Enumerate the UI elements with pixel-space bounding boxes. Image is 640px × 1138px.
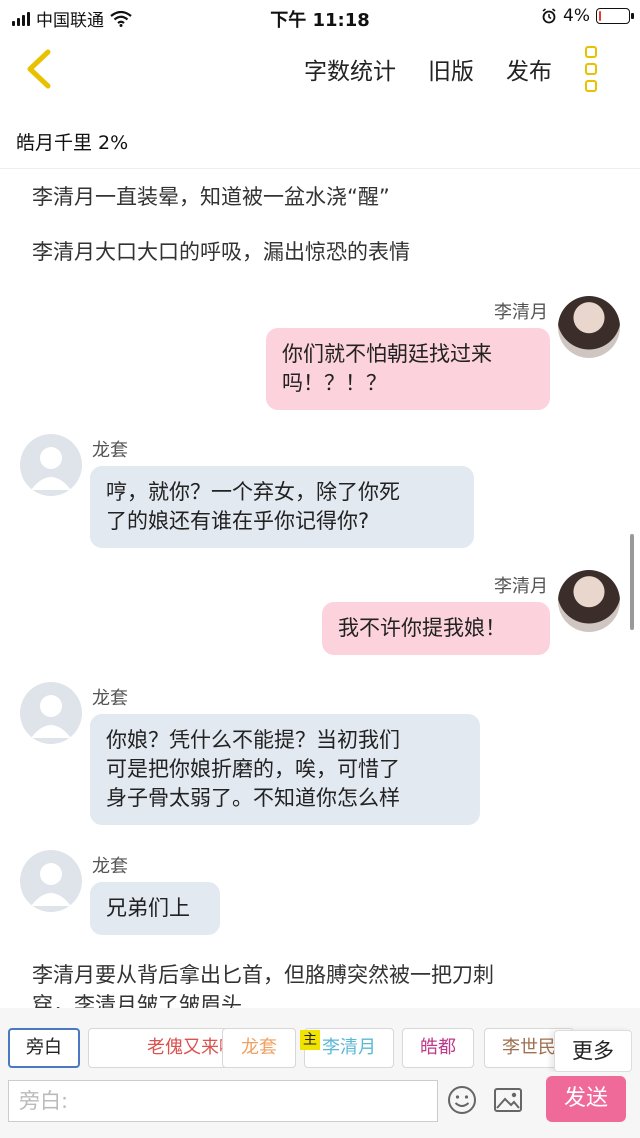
message-bubble[interactable]: 你们就不怕朝廷找过来 吗！？！？ [266,328,550,410]
battery-percent: 4% [563,6,590,26]
word-count-button[interactable]: 字数统计 [304,52,396,86]
message-text: 哼，就你？一个弃女，除了你死 [106,480,400,504]
old-version-button[interactable]: 旧版 [428,52,474,86]
message-text: 身子骨太弱了。不知道你怎么样 [106,786,400,810]
role-chip[interactable]: 皓都 [402,1028,474,1068]
default-avatar-icon [31,447,71,490]
avatar[interactable] [20,850,82,912]
message-text: 我不许你提我娘！ [338,616,506,640]
message-text: 了的娘还有谁在乎你记得你? [106,509,370,533]
narration-line: 李清月一直装晕，知道被一盆水浇“醒” [32,185,390,209]
emoji-icon[interactable] [446,1084,478,1116]
message-text: 兄弟们上 [106,896,190,920]
message-bubble[interactable]: 你娘？凭什么不能提？当初我们 可是把你娘折磨的，唉，可惜了 身子骨太弱了。不知道… [90,714,480,825]
avatar[interactable] [20,434,82,496]
message-bubble[interactable]: 我不许你提我娘！ [322,602,550,655]
publish-button[interactable]: 发布 [506,52,552,86]
message-bubble[interactable]: 哼，就你？一个弃女，除了你死 了的娘还有谁在乎你记得你? [90,466,474,548]
more-roles-button[interactable]: 更多 [554,1030,632,1072]
status-bar: 中国联通 下午 11:18 4% [0,0,640,34]
default-avatar-icon [31,863,71,906]
message-text: 可是把你娘折磨的，唉，可惜了 [106,757,400,781]
avatar[interactable] [20,682,82,744]
nav-bar: 字数统计 旧版 发布 [0,34,640,104]
message-text: 你娘？凭什么不能提？当初我们 [106,728,400,752]
scrollbar[interactable] [630,534,634,630]
input-bar: 发送 [0,1072,640,1138]
battery-icon [596,8,634,24]
default-avatar-icon [31,695,71,738]
message-input[interactable] [8,1080,438,1122]
sender-name: 李清月 [494,302,548,323]
nav-actions: 字数统计 旧版 发布 [304,52,552,86]
story-title-progress: 皓月千里 2% [16,132,129,154]
role-selector: 旁白 老傀又来啦 龙套 李清月 主 皓都 李世民 更多 [0,1008,640,1072]
narration-line: 李清月大口大口的呼吸，漏出惊恐的表情 [32,240,410,264]
message-bubble[interactable]: 兄弟们上 [90,882,220,935]
avatar[interactable] [558,296,620,358]
sender-name: 李清月 [494,576,548,597]
narration-line: 李清月要从背后拿出匕首，但胳膊突然被一把刀刺 穿，李清月皱了皱眉头 [32,960,612,1008]
chat-area[interactable]: 李清月一直装晕，知道被一盆水浇“醒” 李清月大口大口的呼吸，漏出惊恐的表情 李清… [0,170,640,1008]
message-text: 你们就不怕朝廷找过来 [282,342,492,366]
divider [0,168,640,169]
alarm-icon [542,8,556,24]
message-text: 吗！？！？ [282,371,387,395]
back-chevron-icon[interactable] [18,44,62,94]
send-button[interactable]: 发送 [546,1076,626,1122]
role-chip-narrator[interactable]: 旁白 [8,1028,80,1068]
more-menu-icon[interactable] [582,46,600,92]
narration-text: 李清月要从背后拿出匕首，但胳膊突然被一把刀刺 [32,963,494,987]
image-icon[interactable] [492,1084,524,1116]
main-role-badge: 主 [300,1030,320,1050]
role-chip[interactable]: 龙套 [222,1028,296,1068]
sender-name: 龙套 [92,856,128,877]
battery-fill [599,11,601,21]
narration-text: 穿，李清月皱了皱眉头 [32,993,242,1008]
status-right: 4% [541,6,634,26]
avatar[interactable] [558,570,620,632]
sender-name: 龙套 [92,440,128,461]
sender-name: 龙套 [92,688,128,709]
